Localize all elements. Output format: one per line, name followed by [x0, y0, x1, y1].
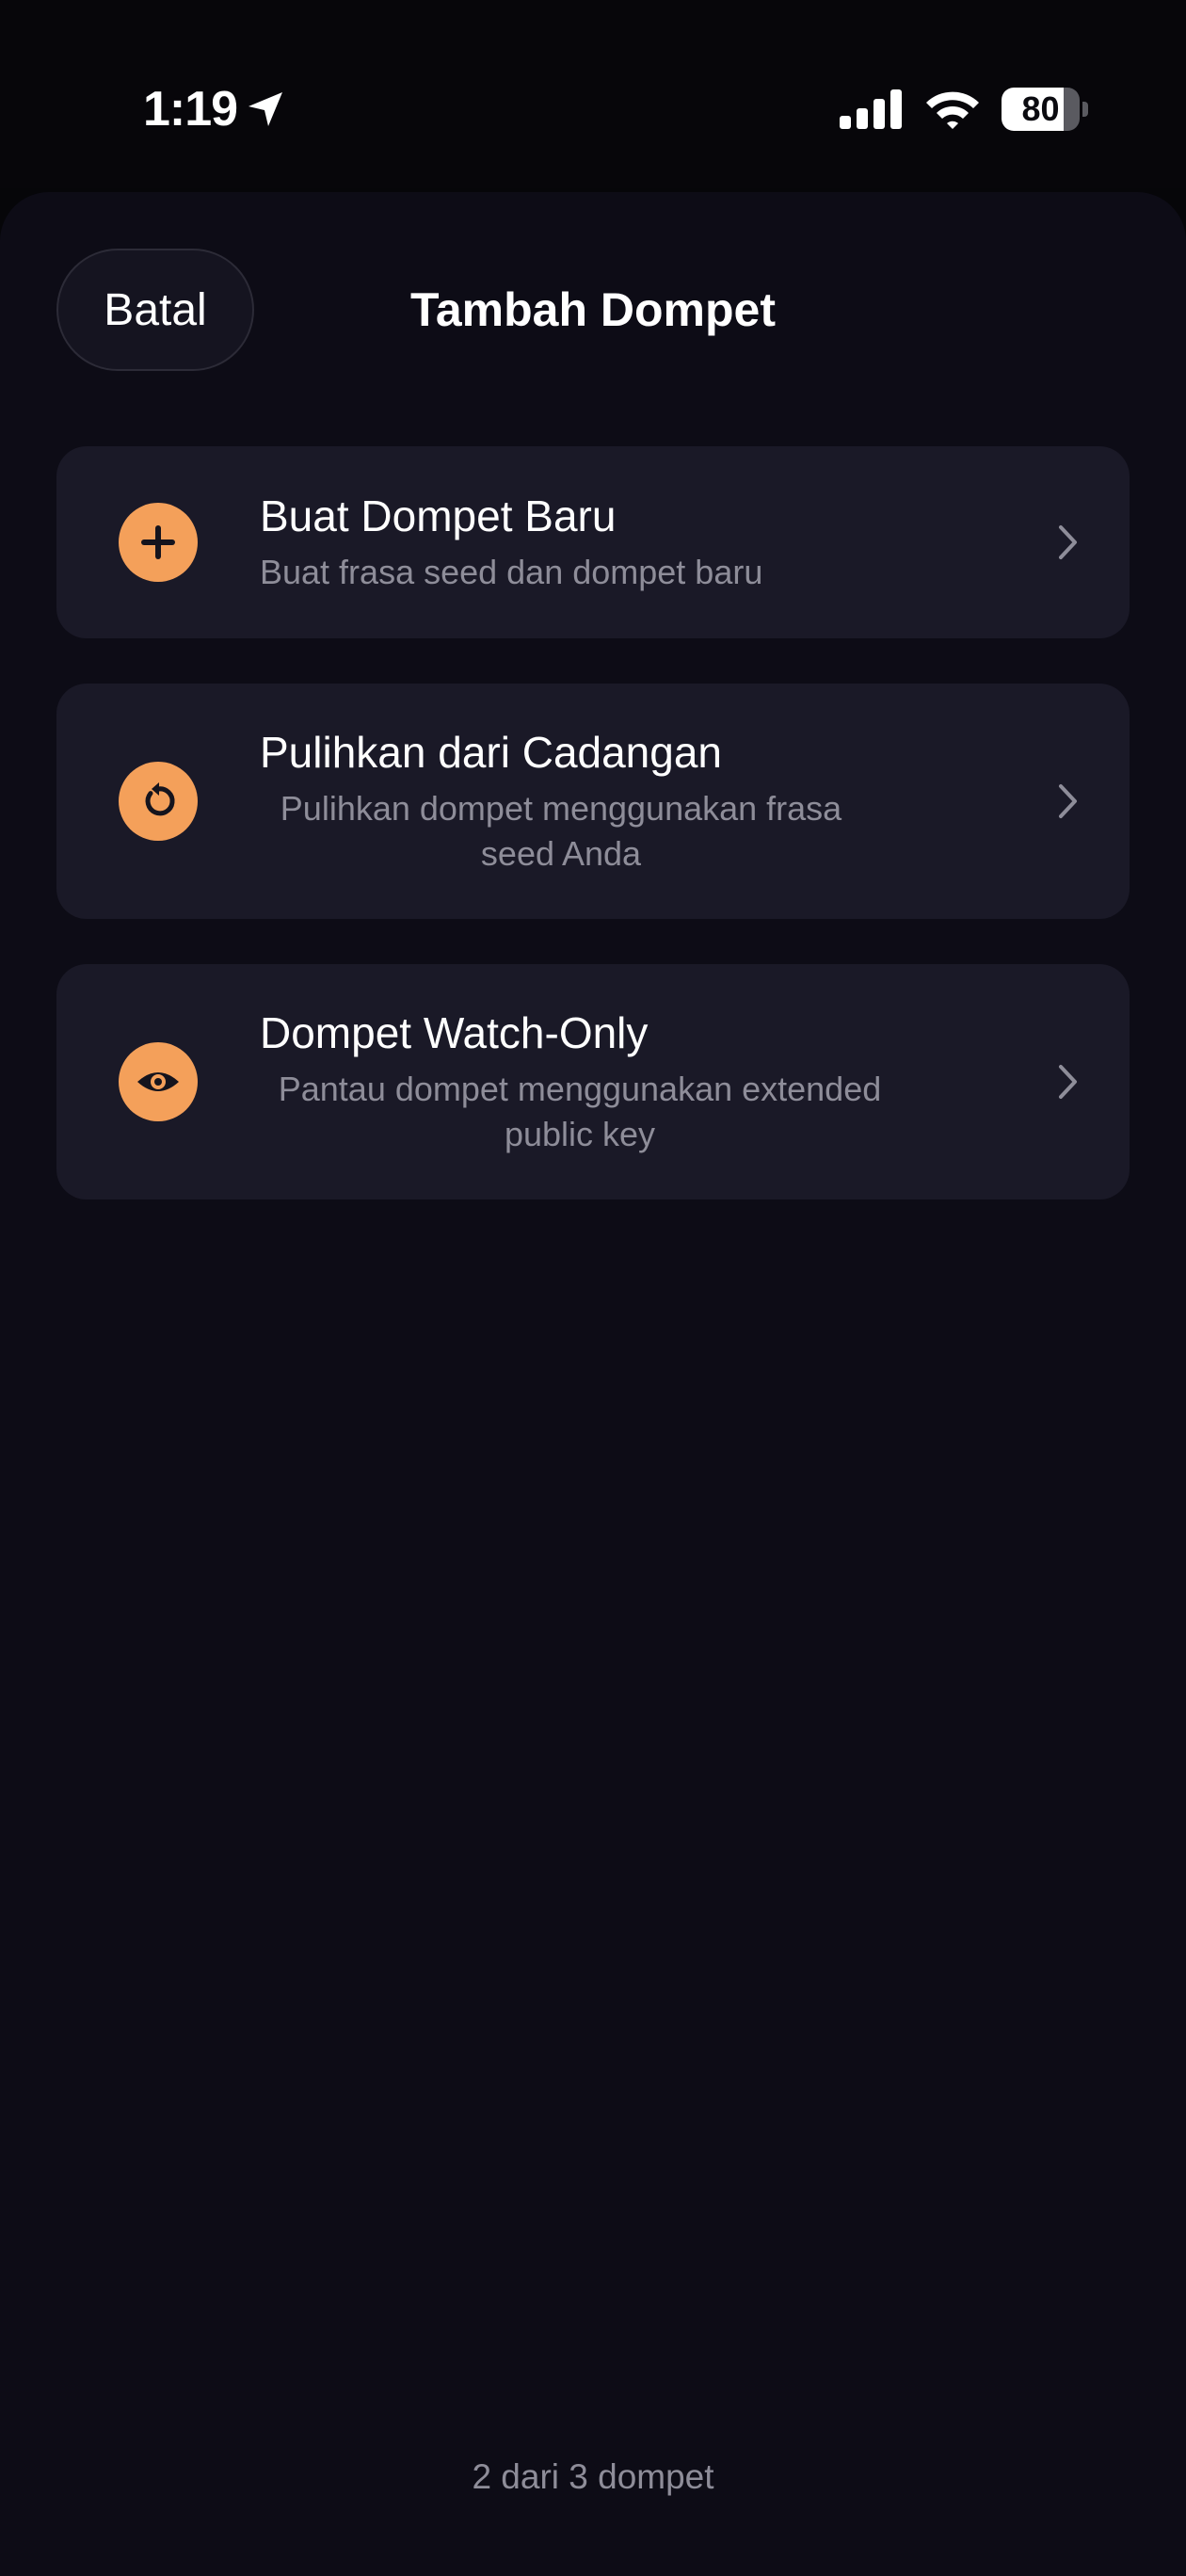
- chevron-right-icon: [1047, 522, 1088, 563]
- option-text: Pulihkan dari Cadangan Pulihkan dompet m…: [260, 726, 956, 877]
- status-time: 1:19: [143, 79, 286, 139]
- page-title: Tambah Dompet: [410, 283, 776, 336]
- option-title: Dompet Watch-Only: [260, 1008, 649, 1057]
- wallet-options-list: Buat Dompet Baru Buat frasa seed dan dom…: [56, 446, 1130, 1199]
- option-description: Buat frasa seed dan dompet baru: [260, 553, 763, 591]
- option-text: Buat Dompet Baru Buat frasa seed dan dom…: [260, 490, 956, 595]
- add-wallet-sheet: Batal Tambah Dompet Buat Dompet Baru Bua…: [0, 192, 1186, 2576]
- eye-icon: [119, 1042, 198, 1121]
- battery-indicator: 80: [1002, 88, 1088, 131]
- chevron-right-icon: [1047, 1061, 1088, 1103]
- battery-level: 80: [1021, 89, 1060, 128]
- option-text: Dompet Watch-Only Pantau dompet mengguna…: [260, 1006, 956, 1157]
- status-time-text: 1:19: [143, 82, 238, 137]
- restore-icon: [119, 762, 198, 841]
- option-description: Pulihkan dompet menggunakan frasa seed A…: [280, 789, 842, 873]
- restore-from-backup-option[interactable]: Pulihkan dari Cadangan Pulihkan dompet m…: [56, 684, 1130, 919]
- watch-only-wallet-option[interactable]: Dompet Watch-Only Pantau dompet mengguna…: [56, 964, 1130, 1199]
- wallet-count-label: 2 dari 3 dompet: [472, 2457, 714, 2496]
- battery-body: 80: [1002, 88, 1081, 131]
- plus-icon: [119, 503, 198, 582]
- status-bar: 1:19 80: [0, 0, 1186, 188]
- location-arrow-icon: [248, 92, 283, 126]
- create-new-wallet-option[interactable]: Buat Dompet Baru Buat frasa seed dan dom…: [56, 446, 1130, 638]
- option-title: Buat Dompet Baru: [260, 491, 617, 540]
- cellular-signal-icon: [840, 89, 902, 129]
- chevron-right-icon: [1047, 781, 1088, 822]
- option-title: Pulihkan dari Cadangan: [260, 728, 723, 777]
- option-description: Pantau dompet menggunakan extended publi…: [278, 1070, 882, 1153]
- status-indicators: 80: [840, 83, 1088, 136]
- battery-cap: [1082, 102, 1088, 117]
- wifi-icon: [926, 91, 979, 129]
